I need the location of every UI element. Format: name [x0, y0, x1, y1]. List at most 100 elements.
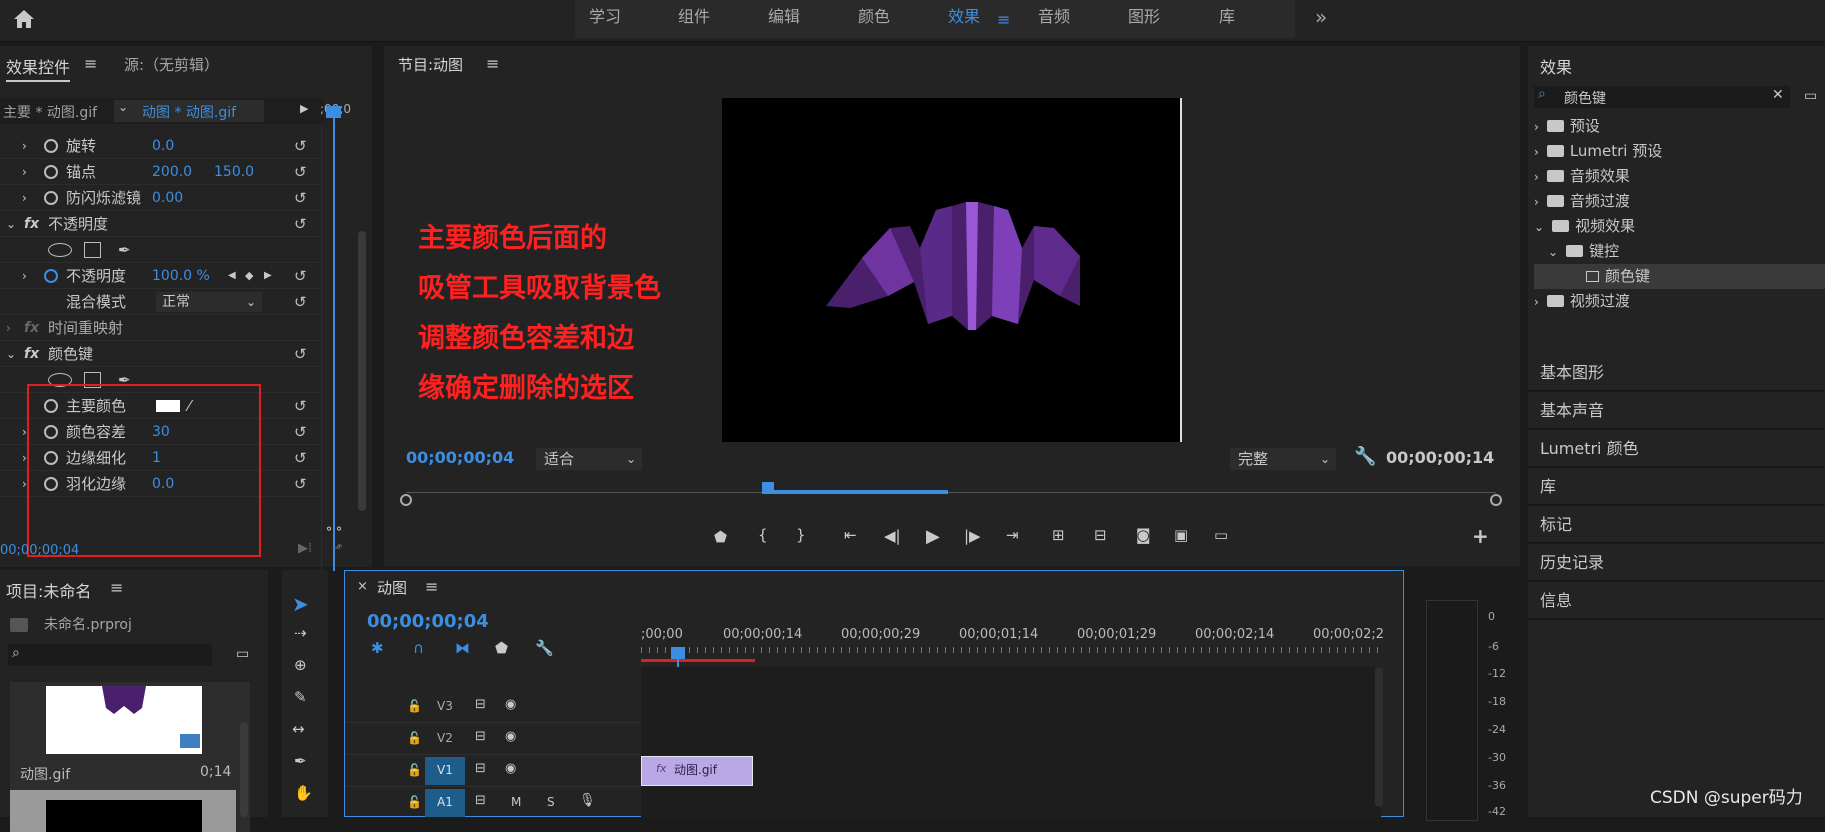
reset-icon[interactable]: ↺ — [294, 289, 307, 315]
chevron-right-icon[interactable]: › — [22, 185, 27, 211]
stopwatch-icon[interactable] — [44, 165, 58, 179]
timeline-clip[interactable]: fx 动图.gif — [641, 756, 753, 786]
linked-selection-icon[interactable]: ⧓ — [455, 639, 470, 657]
play-icon[interactable]: ▶ — [926, 526, 940, 547]
lock-icon[interactable]: 🔓 — [407, 795, 422, 809]
slip-tool-icon[interactable]: ↔ — [292, 720, 305, 738]
lock-icon[interactable]: 🔓 — [407, 731, 422, 745]
chevron-right-icon[interactable]: › — [22, 133, 27, 159]
effect-controls-tab[interactable]: 效果控件 — [6, 54, 71, 82]
project-title[interactable]: 项目:未命名 — [6, 578, 91, 602]
track-name[interactable]: V3 — [437, 699, 453, 713]
history-tab[interactable]: 历史记录 — [1528, 544, 1825, 581]
go-to-in-icon[interactable]: ⇤ — [844, 526, 857, 544]
chevron-down-icon[interactable]: ⌄ — [6, 341, 16, 367]
anchor-x-value[interactable]: 200.0 — [152, 159, 192, 185]
safe-margins-icon[interactable]: ▭ — [1214, 526, 1228, 544]
timeline-vscroll[interactable] — [1375, 667, 1383, 807]
color-key-section[interactable]: ⌄ fx 颜色键 ↺ — [0, 341, 320, 367]
reset-icon[interactable]: ↺ — [294, 159, 307, 185]
chevron-right-icon[interactable]: › — [6, 315, 11, 341]
solo-button[interactable]: S — [547, 795, 555, 809]
sync-lock-icon[interactable]: ⊟ — [475, 761, 486, 776]
lock-icon[interactable]: 🔓 — [407, 763, 422, 777]
tree-video-effects[interactable]: ⌄ 视频效果 — [1534, 214, 1814, 239]
blend-mode-dropdown[interactable]: 正常 ⌄ — [156, 292, 262, 312]
project-scrollbar[interactable] — [240, 722, 248, 817]
essential-sound-tab[interactable]: 基本声音 — [1528, 392, 1825, 429]
track-name[interactable]: V2 — [437, 731, 453, 745]
workspace-audio[interactable]: 音频 — [1036, 0, 1072, 36]
tree-lumetri-presets[interactable]: › Lumetri 预设 — [1534, 139, 1814, 164]
go-to-out-icon[interactable]: ⇥ — [1006, 526, 1019, 544]
workspace-learn[interactable]: 学习 — [587, 0, 623, 36]
chevron-right-icon[interactable]: › — [22, 159, 27, 185]
fit-dropdown[interactable]: 适合 ⌄ — [536, 448, 642, 470]
second-thumbnail[interactable] — [10, 790, 236, 832]
video-canvas[interactable] — [722, 98, 1182, 442]
master-clip-label[interactable]: 主要 * 动图.gif — [3, 102, 97, 122]
compare-view-icon[interactable]: ▣ — [1174, 526, 1188, 544]
scrollbar[interactable] — [358, 231, 366, 511]
scrub-end-handle[interactable] — [1490, 494, 1502, 506]
add-button-icon[interactable]: + — [1472, 524, 1489, 548]
razor-tool-icon[interactable]: ✎ — [294, 688, 307, 706]
hand-tool-icon[interactable]: ✋ — [294, 784, 313, 802]
nest-toggle-icon[interactable]: ✱ — [371, 639, 384, 657]
ellipse-mask-icon[interactable] — [48, 243, 72, 257]
clear-search-icon[interactable]: ✕ — [1772, 87, 1784, 103]
mark-in-icon[interactable]: { — [758, 526, 768, 544]
track-name[interactable]: A1 — [437, 795, 453, 809]
zoom-handle-icon[interactable]: ⚬⚬ — [324, 522, 344, 536]
effect-controls-timecode[interactable]: 00;00;00;04 — [0, 543, 79, 558]
pen-mask-icon[interactable]: ✒ — [118, 237, 131, 263]
lift-icon[interactable]: ⊞ — [1052, 526, 1065, 544]
new-bin-icon[interactable]: ▭ — [1804, 88, 1817, 104]
prev-keyframe-icon[interactable]: ◀ — [228, 263, 236, 289]
timeline-playhead-handle[interactable] — [671, 647, 685, 659]
hamburger-icon[interactable]: ≡ — [84, 54, 97, 73]
playhead-handle[interactable] — [326, 106, 341, 118]
extract-icon[interactable]: ⊟ — [1094, 526, 1107, 544]
tree-presets[interactable]: › 预设 — [1534, 114, 1814, 139]
timeline-title[interactable]: 动图 — [377, 577, 407, 598]
workspace-graphics[interactable]: 图形 — [1126, 0, 1162, 36]
stopwatch-icon[interactable] — [44, 139, 58, 153]
add-marker-icon[interactable]: ⬟ — [714, 528, 727, 546]
export-frame-icon[interactable]: ▶⁞ — [298, 541, 312, 556]
source-tab[interactable]: 源:（无剪辑） — [124, 54, 219, 75]
timeline-timecode[interactable]: 00;00;00;04 — [367, 611, 489, 632]
effects-search-input[interactable]: ⌕ 颜色键 ✕ — [1534, 86, 1790, 108]
project-search-input[interactable]: ⌕ — [8, 644, 212, 666]
track-select-tool-icon[interactable]: ⇢ — [294, 624, 307, 642]
reset-icon[interactable]: ↺ — [294, 263, 307, 289]
clip-thumbnail[interactable]: 动图.gif 0;14 — [10, 682, 250, 832]
markers-tab[interactable]: 标记 — [1528, 506, 1825, 543]
scrubber-playhead[interactable] — [762, 482, 774, 494]
program-current-timecode[interactable]: 00;00;00;04 — [406, 448, 514, 467]
step-back-icon[interactable]: ◀| — [884, 527, 901, 545]
home-icon[interactable] — [12, 8, 36, 30]
pen-tool-icon[interactable]: ✒ — [294, 752, 307, 770]
workspace-effects[interactable]: 效果 — [946, 0, 982, 36]
tree-keying[interactable]: ⌄ 键控 — [1548, 239, 1814, 264]
microphone-icon[interactable]: 🎙 — [579, 793, 596, 808]
ripple-edit-tool-icon[interactable]: ⊕ — [294, 656, 307, 674]
program-title[interactable]: 节目:动图 — [398, 54, 463, 75]
stopwatch-icon[interactable] — [44, 191, 58, 205]
workspace-edit[interactable]: 编辑 — [766, 0, 802, 36]
eye-icon[interactable]: ◉ — [505, 729, 516, 744]
mark-out-icon[interactable]: } — [796, 526, 806, 544]
eye-icon[interactable]: ◉ — [505, 697, 516, 712]
opacity-section[interactable]: ⌄ fx 不透明度 ↺ — [0, 211, 320, 237]
lumetri-color-tab[interactable]: Lumetri 颜色 — [1528, 430, 1825, 467]
mute-button[interactable]: M — [511, 795, 521, 809]
share-icon[interactable]: ⬏ — [332, 541, 343, 556]
new-bin-icon[interactable]: ▭ — [236, 646, 249, 662]
add-marker-icon[interactable]: ⬟ — [495, 639, 508, 657]
hamburger-icon[interactable]: ≡ — [110, 578, 123, 597]
reset-icon[interactable]: ↺ — [294, 133, 307, 159]
reset-icon[interactable]: ↺ — [294, 393, 307, 419]
reset-icon[interactable]: ↺ — [294, 445, 307, 471]
tree-audio-transitions[interactable]: › 音频过渡 — [1534, 189, 1814, 214]
